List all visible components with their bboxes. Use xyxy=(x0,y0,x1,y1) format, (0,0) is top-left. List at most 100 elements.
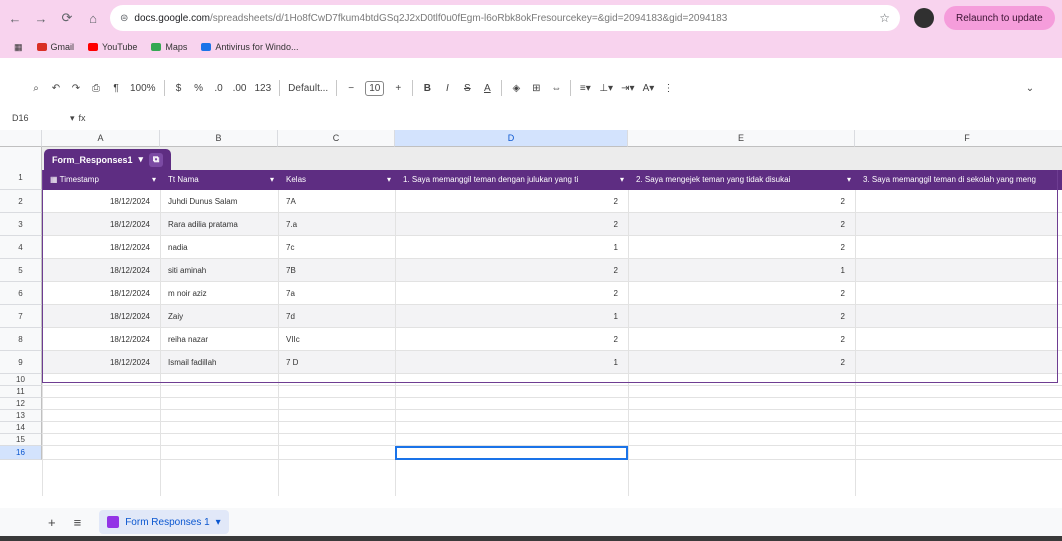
paint-format-icon[interactable]: ¶ xyxy=(110,83,122,94)
cell-nama[interactable]: reiha nazar xyxy=(160,328,278,351)
cell-kelas[interactable]: 7B xyxy=(278,259,395,282)
profile-avatar[interactable] xyxy=(914,8,934,28)
decrease-font-size-icon[interactable]: − xyxy=(345,83,357,94)
cell-timestamp[interactable]: 18/12/2024 xyxy=(42,305,160,328)
name-box[interactable]: D16 xyxy=(0,113,70,123)
bookmark-item[interactable]: YouTube xyxy=(88,42,137,52)
horizontal-align-icon[interactable]: ≡▾ xyxy=(579,83,591,94)
cell-timestamp[interactable]: 18/12/2024 xyxy=(42,259,160,282)
table-column-header[interactable]: Tt Nama ▾ xyxy=(160,170,278,190)
redo-icon[interactable]: ↷ xyxy=(70,83,82,94)
back-icon[interactable]: ← xyxy=(4,7,26,29)
cell-q1[interactable]: 1 xyxy=(395,305,628,328)
font-size-input[interactable]: 10 xyxy=(365,80,385,96)
percent-format-icon[interactable]: % xyxy=(193,83,205,94)
cell-kelas[interactable]: 7a xyxy=(278,282,395,305)
borders-icon[interactable]: ⊞ xyxy=(530,83,542,94)
column-header[interactable]: F xyxy=(855,130,1062,147)
cell-kelas[interactable]: 7 D xyxy=(278,351,395,374)
column-header[interactable]: B xyxy=(160,130,278,147)
relaunch-button[interactable]: Relaunch to update xyxy=(944,6,1055,30)
row-header[interactable]: 10 xyxy=(0,374,42,386)
add-sheet-button[interactable]: + xyxy=(48,515,56,530)
bookmark-item[interactable]: Gmail xyxy=(36,42,74,52)
chevron-down-icon[interactable]: ▾ xyxy=(139,154,144,165)
chevron-down-icon[interactable]: ▾ xyxy=(387,170,391,190)
spreadsheet-grid[interactable]: A B C D E F 1 2 3 4 5 6 7 8 9 10 11 12 13 14 15 16 Form_Respon… xyxy=(0,130,1062,496)
cell-q2[interactable]: 2 xyxy=(628,190,855,213)
italic-button[interactable]: I xyxy=(441,83,453,94)
chevron-down-icon[interactable]: ▾ xyxy=(152,170,156,190)
cell-timestamp[interactable]: 18/12/2024 xyxy=(42,328,160,351)
row-header[interactable]: 3 xyxy=(0,213,42,236)
row-header[interactable]: 7 xyxy=(0,305,42,328)
row-header[interactable]: 15 xyxy=(0,434,42,446)
text-color-button[interactable]: A xyxy=(481,83,493,94)
cell-q1[interactable]: 2 xyxy=(395,213,628,236)
row-header[interactable]: 1 xyxy=(0,147,42,190)
vertical-align-icon[interactable]: ⊥▾ xyxy=(599,83,613,94)
row-header[interactable]: 13 xyxy=(0,410,42,422)
reload-icon[interactable]: ⟳ xyxy=(56,7,78,29)
cell-kelas[interactable]: VIIc xyxy=(278,328,395,351)
cell-q1[interactable]: 2 xyxy=(395,328,628,351)
select-all-corner[interactable] xyxy=(0,130,42,147)
cell-q1[interactable]: 1 xyxy=(395,236,628,259)
table-column-header[interactable]: ▦ Timestamp ▾ xyxy=(42,170,160,190)
cell-timestamp[interactable]: 18/12/2024 xyxy=(42,282,160,305)
search-icon[interactable]: ⌕ xyxy=(30,83,42,94)
row-header[interactable]: 2 xyxy=(0,190,42,213)
apps-icon[interactable]: ▦ xyxy=(14,42,23,53)
cell-nama[interactable]: Rara adilia pratama xyxy=(160,213,278,236)
bookmark-item[interactable]: Maps xyxy=(151,42,187,52)
site-info-icon[interactable]: ⊜ xyxy=(120,13,128,24)
more-formats-icon[interactable]: 123 xyxy=(254,83,271,94)
cell-nama[interactable]: siti aminah xyxy=(160,259,278,282)
cell-q1[interactable]: 2 xyxy=(395,282,628,305)
column-header[interactable]: C xyxy=(278,130,395,147)
text-rotation-icon[interactable]: A▾ xyxy=(642,83,655,94)
bold-button[interactable]: B xyxy=(421,83,433,94)
font-select[interactable]: Default... xyxy=(288,83,328,94)
table-column-header[interactable]: 2. Saya mengejek teman yang tidak disuka… xyxy=(628,170,855,190)
increase-decimal-icon[interactable]: .00 xyxy=(233,83,247,94)
all-sheets-button[interactable]: ≡ xyxy=(74,515,82,530)
cell-q2[interactable]: 2 xyxy=(628,328,855,351)
bookmark-star-icon[interactable]: ☆ xyxy=(879,11,890,25)
fill-color-icon[interactable]: ◈ xyxy=(510,83,522,94)
merge-cells-icon[interactable]: ⇔ xyxy=(550,83,562,94)
table-settings-icon[interactable]: ⧉ xyxy=(149,152,164,167)
cell-timestamp[interactable]: 18/12/2024 xyxy=(42,213,160,236)
cell-kelas[interactable]: 7d xyxy=(278,305,395,328)
currency-format-icon[interactable]: $ xyxy=(173,83,185,94)
cell-nama[interactable]: m noir aziz xyxy=(160,282,278,305)
active-cell-selection[interactable] xyxy=(395,446,628,460)
row-header[interactable]: 9 xyxy=(0,351,42,374)
row-header[interactable]: 11 xyxy=(0,386,42,398)
column-header[interactable]: D xyxy=(395,130,628,147)
table-name-chip[interactable]: Form_Responses1 ▾ ⧉ xyxy=(44,149,172,170)
cell-nama[interactable]: nadia xyxy=(160,236,278,259)
cell-timestamp[interactable]: 18/12/2024 xyxy=(42,351,160,374)
cell-timestamp[interactable]: 18/12/2024 xyxy=(42,190,160,213)
cell-q2[interactable]: 2 xyxy=(628,282,855,305)
cell-q2[interactable]: 2 xyxy=(628,236,855,259)
row-header[interactable]: 5 xyxy=(0,259,42,282)
more-options-icon[interactable]: ⋮ xyxy=(662,83,674,94)
undo-icon[interactable]: ↶ xyxy=(50,83,62,94)
cell-q2[interactable]: 1 xyxy=(628,259,855,282)
row-header[interactable]: 12 xyxy=(0,398,42,410)
cell-kelas[interactable]: 7A xyxy=(278,190,395,213)
cell-timestamp[interactable]: 18/12/2024 xyxy=(42,236,160,259)
decrease-decimal-icon[interactable]: .0 xyxy=(213,83,225,94)
cell-nama[interactable]: Zaiy xyxy=(160,305,278,328)
cell-q2[interactable]: 2 xyxy=(628,351,855,374)
name-box-dropdown-icon[interactable]: ▾ xyxy=(70,113,75,124)
column-header[interactable]: E xyxy=(628,130,855,147)
cell-q1[interactable]: 2 xyxy=(395,259,628,282)
row-header[interactable]: 8 xyxy=(0,328,42,351)
sheet-tab-form-responses[interactable]: Form Responses 1 ▾ xyxy=(99,510,229,534)
home-icon[interactable]: ⌂ xyxy=(82,7,104,29)
text-wrap-icon[interactable]: ⇥▾ xyxy=(621,83,634,94)
cell-kelas[interactable]: 7c xyxy=(278,236,395,259)
